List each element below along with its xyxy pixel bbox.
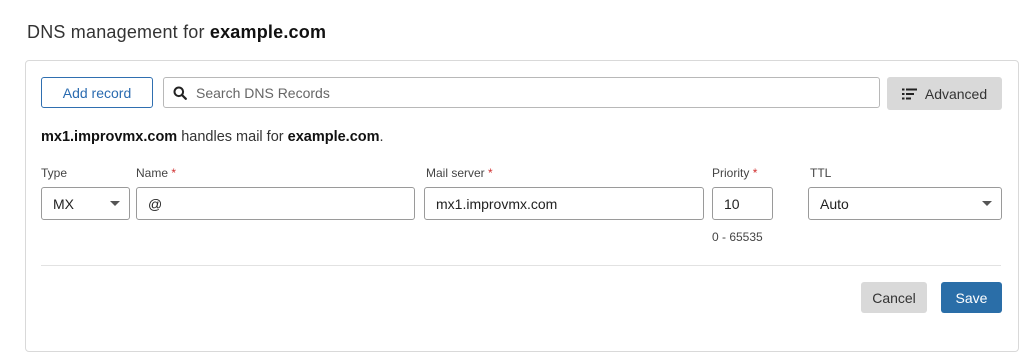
name-label-text: Name: [136, 166, 169, 180]
filter-list-icon: [901, 88, 917, 99]
priority-range-hint: 0 - 65535: [712, 230, 763, 244]
mail-server-input[interactable]: mx1.improvmx.com: [424, 187, 704, 220]
page-title-prefix: DNS management for: [27, 22, 205, 42]
search-input[interactable]: [194, 83, 878, 102]
type-select[interactable]: MX: [41, 187, 130, 220]
advanced-label: Advanced: [924, 85, 988, 102]
name-input[interactable]: @: [136, 187, 415, 220]
type-label-text: Type: [41, 166, 68, 180]
type-label: Type: [41, 166, 67, 180]
mail-server-label: Mail server *: [426, 166, 493, 180]
priority-input-value: 10: [724, 195, 740, 212]
required-mark: *: [752, 166, 758, 180]
required-mark: *: [488, 166, 493, 180]
priority-input[interactable]: 10: [712, 187, 773, 220]
mail-server-input-value: mx1.improvmx.com: [436, 195, 558, 212]
mail-notice-suffix: .: [379, 129, 384, 145]
name-input-value: @: [148, 195, 163, 212]
search-box[interactable]: [163, 77, 880, 108]
mail-notice: mx1.improvmx.com handles mail for exampl…: [41, 129, 384, 145]
page-title-domain: example.com: [209, 22, 327, 42]
chevron-down-icon: [110, 201, 120, 206]
cancel-button[interactable]: Cancel: [861, 282, 927, 313]
name-label: Name *: [136, 166, 176, 180]
search-icon: [173, 86, 187, 100]
divider: [41, 265, 1001, 266]
type-select-value: MX: [53, 195, 74, 212]
mail-server-label-text: Mail server: [426, 166, 485, 180]
ttl-label-text: TTL: [810, 166, 832, 180]
ttl-label: TTL: [810, 166, 831, 180]
chevron-down-icon: [982, 201, 992, 206]
ttl-select[interactable]: Auto: [808, 187, 1002, 220]
mail-notice-text: handles mail for: [181, 129, 284, 145]
priority-label: Priority *: [712, 166, 757, 180]
required-mark: *: [171, 166, 177, 180]
priority-label-text: Priority: [712, 166, 750, 180]
mail-notice-server: mx1.improvmx.com: [41, 129, 178, 145]
advanced-button[interactable]: Advanced: [887, 77, 1002, 110]
page-title: DNS management for example.com: [27, 22, 326, 43]
ttl-select-value: Auto: [820, 195, 849, 212]
save-button[interactable]: Save: [941, 282, 1002, 313]
add-record-button[interactable]: Add record: [41, 77, 153, 108]
mail-notice-domain: example.com: [287, 129, 380, 145]
dns-record-card: Add record Advanced mx1.improvmx.com han…: [25, 60, 1019, 352]
